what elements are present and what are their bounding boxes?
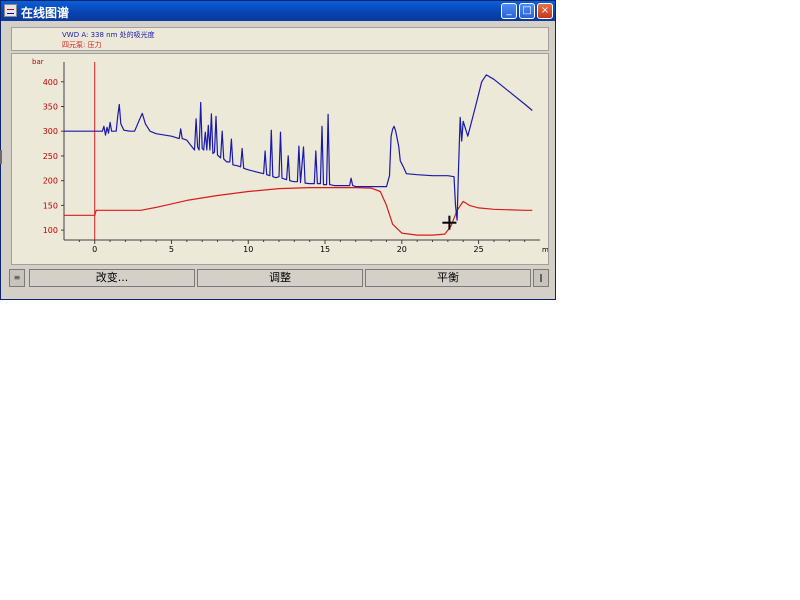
close-button[interactable]: × xyxy=(537,3,553,19)
chromatogram-plot[interactable]: 100 150 200 250 300 350 400 0 5 10 15 20 25 bar min xyxy=(11,53,555,265)
minimize-button[interactable]: _ xyxy=(501,3,517,19)
y-tick-label: 150 xyxy=(43,201,58,210)
scroll-left-button[interactable]: ≡ xyxy=(9,269,25,287)
x-tick-label: 20 xyxy=(397,245,407,254)
balance-button[interactable]: 平衡 xyxy=(365,269,531,287)
client-area: VWD A: 338 nm 处的吸光度 四元泵: 压力 100 150 200 250… xyxy=(5,23,555,267)
x-tick-label: 15 xyxy=(320,245,330,254)
x-tick-label: 5 xyxy=(169,245,174,254)
legend-signal-pressure: 四元泵: 压力 xyxy=(62,41,102,49)
maximize-button[interactable]: □ xyxy=(519,3,535,19)
y-axis-label: bar xyxy=(32,58,44,66)
y-tick-label: 400 xyxy=(43,78,58,87)
window-title: 在线图谱 xyxy=(21,6,70,20)
x-tick-label: 25 xyxy=(473,245,483,254)
y-tick-label: 350 xyxy=(43,103,58,112)
adjust-button[interactable]: 调整 xyxy=(197,269,363,287)
y-tick-label: 100 xyxy=(43,226,58,235)
edge-marker xyxy=(0,150,2,164)
change-button[interactable]: 改变... xyxy=(29,269,195,287)
button-row: ≡ 改变... 调整 平衡 ‖ xyxy=(5,269,551,289)
series-absorbance-line xyxy=(64,74,533,221)
scroll-right-button[interactable]: ‖ xyxy=(533,269,549,287)
x-tick-label: 10 xyxy=(243,245,253,254)
y-tick-label: 250 xyxy=(43,152,58,161)
legend-signal-absorbance: VWD A: 338 nm 处的吸光度 xyxy=(62,31,155,39)
signal-legend: VWD A: 338 nm 处的吸光度 四元泵: 压力 xyxy=(11,27,549,51)
series-pressure-line xyxy=(64,187,533,236)
y-tick-label: 300 xyxy=(43,127,58,136)
x-axis-label: min xyxy=(542,246,548,254)
chart-svg[interactable]: 100 150 200 250 300 350 400 0 5 10 15 20 25 bar min xyxy=(12,54,555,264)
online-plot-window: 在线图谱 _ □ × VWD A: 338 nm 处的吸光度 四元泵: 压力 1… xyxy=(0,0,556,300)
app-icon xyxy=(4,4,17,17)
title-bar[interactable]: 在线图谱 _ □ × xyxy=(1,1,555,21)
x-tick-label: 0 xyxy=(92,245,97,254)
y-tick-label: 200 xyxy=(43,177,58,186)
